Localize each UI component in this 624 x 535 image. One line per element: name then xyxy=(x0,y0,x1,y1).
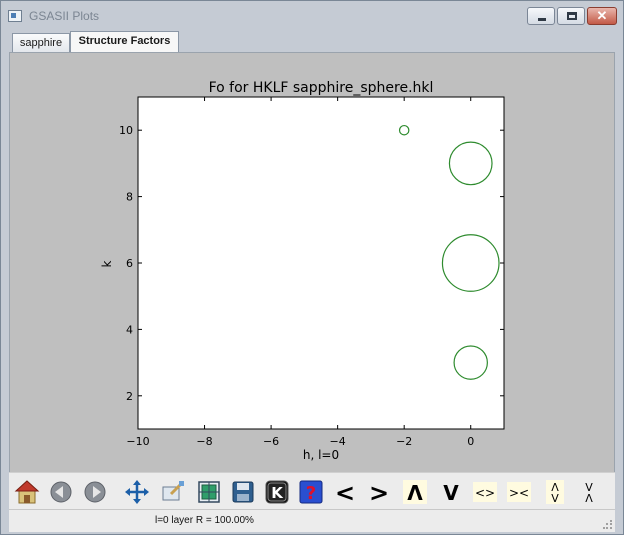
arrow-line-1: V xyxy=(551,492,559,505)
maximize-button[interactable] xyxy=(557,7,585,25)
x-tick-label: 0 xyxy=(467,435,474,448)
arrow-label-2: Λ xyxy=(407,481,423,505)
expand-vertical-button[interactable]: ΛV xyxy=(541,478,569,506)
arrow-label-7: VΛ xyxy=(585,481,593,505)
close-icon: ✕ xyxy=(596,8,608,23)
back-icon[interactable] xyxy=(47,478,75,506)
structure-factor-plot[interactable]: Fo for HKLF sapphire_sphere.hkl h, l=0 k… xyxy=(10,53,614,473)
arrow-label-6: ΛV xyxy=(551,481,559,505)
minimize-icon xyxy=(538,18,546,21)
expand-horizontal-button[interactable]: <> xyxy=(471,478,499,506)
y-tick-label: 6 xyxy=(126,257,133,270)
previous-button[interactable]: < xyxy=(331,478,359,506)
key-icon[interactable]: K xyxy=(263,478,291,506)
contract-horizontal-button[interactable]: >< xyxy=(505,478,533,506)
arrow-label-0: < xyxy=(335,479,355,506)
resize-grip-icon[interactable] xyxy=(603,520,613,530)
arrow-label-4: <> xyxy=(475,486,495,500)
y-tick-label: 8 xyxy=(126,191,133,204)
zoom-icon[interactable] xyxy=(159,478,187,506)
plot-area xyxy=(137,96,505,430)
arrow-label-5: >< xyxy=(509,486,529,500)
chart-title: Fo for HKLF sapphire_sphere.hkl xyxy=(209,80,434,96)
window-title: GSASII Plots xyxy=(29,9,100,23)
maximize-icon xyxy=(567,12,577,20)
down-button[interactable]: V xyxy=(437,478,465,506)
x-axis-label: h, l=0 xyxy=(303,448,339,462)
x-tick-label: −6 xyxy=(263,435,279,448)
next-button[interactable]: > xyxy=(365,478,393,506)
arrow-line-1: Λ xyxy=(585,492,593,505)
minimize-button[interactable] xyxy=(527,7,555,25)
forward-icon[interactable] xyxy=(81,478,109,506)
pan-icon[interactable] xyxy=(123,478,151,506)
title-bar[interactable]: GSASII Plots ✕ xyxy=(1,1,623,31)
tab-sapphire[interactable]: sapphire xyxy=(12,33,70,52)
help-icon[interactable]: ? xyxy=(297,478,325,506)
save-icon[interactable] xyxy=(229,478,257,506)
x-tick-label: −2 xyxy=(396,435,412,448)
home-icon[interactable] xyxy=(13,478,41,506)
y-tick-label: 2 xyxy=(126,390,133,403)
up-button[interactable]: Λ xyxy=(401,478,429,506)
subplots-icon[interactable] xyxy=(195,478,223,506)
y-tick-label: 10 xyxy=(119,124,133,137)
svg-text:K: K xyxy=(271,484,284,502)
x-tick-label: −10 xyxy=(126,435,149,448)
contract-vertical-button[interactable]: VΛ xyxy=(575,478,603,506)
tab-structure-factors[interactable]: Structure Factors xyxy=(70,31,179,52)
app-window-icon xyxy=(8,10,22,22)
y-axis-label: k xyxy=(100,260,114,267)
plot-panel: Fo for HKLF sapphire_sphere.hkl h, l=0 k… xyxy=(9,52,615,510)
status-bar: l=0 layer R = 100.00% xyxy=(9,509,615,532)
arrow-label-1: > xyxy=(369,479,389,506)
x-tick-label: −8 xyxy=(196,435,212,448)
svg-text:?: ? xyxy=(306,483,316,504)
plot-tabs: sapphire Structure Factors xyxy=(9,31,615,52)
y-tick-label: 4 xyxy=(126,323,133,336)
plot-toolbar: K ? < > Λ V <> >< ΛV V Λ xyxy=(9,472,615,509)
arrow-label-3: V xyxy=(443,481,459,505)
x-tick-label: −4 xyxy=(330,435,346,448)
plots-window: GSASII Plots ✕ sapphire Structure Factor… xyxy=(0,0,624,535)
close-button[interactable]: ✕ xyxy=(587,7,617,25)
status-text: l=0 layer R = 100.00% xyxy=(155,515,254,526)
